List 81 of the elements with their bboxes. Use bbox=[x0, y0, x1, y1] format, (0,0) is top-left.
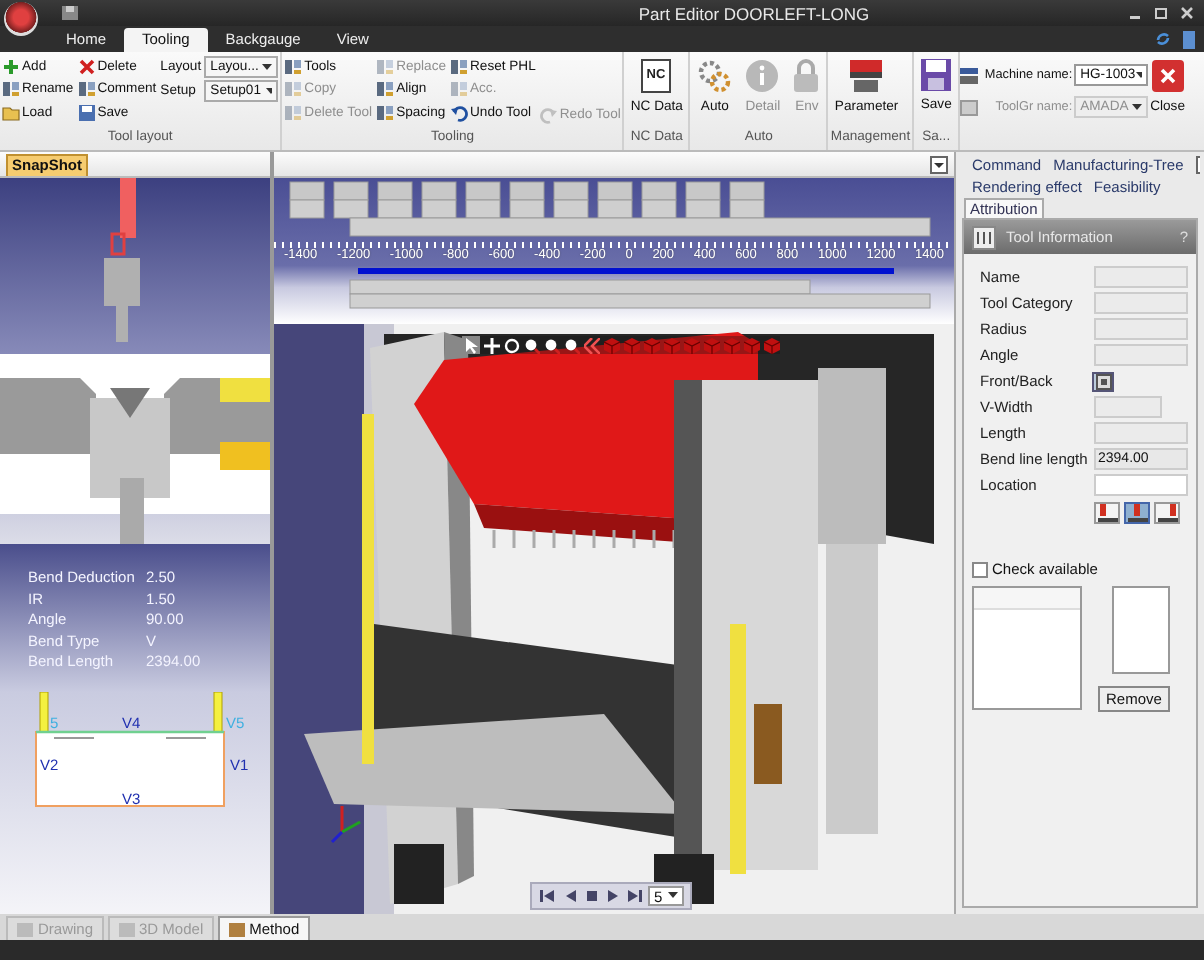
input-field[interactable] bbox=[1094, 318, 1188, 340]
playback-button[interactable] bbox=[604, 888, 622, 904]
location-button[interactable] bbox=[1154, 502, 1180, 524]
calculator-icon[interactable] bbox=[1182, 29, 1196, 49]
gear-icon bbox=[696, 58, 733, 94]
front-back-button[interactable] bbox=[1092, 371, 1114, 391]
folder-icon bbox=[2, 103, 20, 122]
add-icon bbox=[2, 57, 20, 76]
tool-icon bbox=[77, 80, 96, 99]
press-machine-icon bbox=[846, 58, 887, 94]
zoom-icon bbox=[543, 337, 559, 353]
machine-icon bbox=[960, 67, 979, 83]
input-field[interactable] bbox=[1094, 396, 1162, 418]
location-button[interactable] bbox=[1094, 502, 1120, 524]
tab-icon bbox=[16, 921, 34, 937]
close-icon[interactable] bbox=[1180, 6, 1194, 20]
tool-list[interactable] bbox=[1111, 586, 1170, 674]
undo-icon bbox=[450, 103, 468, 122]
floppy-icon bbox=[920, 58, 953, 92]
move-icon bbox=[483, 337, 499, 353]
cube-icon bbox=[643, 337, 659, 353]
redo-icon bbox=[539, 105, 558, 124]
skip-forward-icon bbox=[628, 890, 642, 902]
tab-icon bbox=[227, 921, 246, 937]
tool-icon bbox=[376, 57, 395, 76]
app-logo-icon[interactable] bbox=[4, 2, 38, 36]
location-button[interactable] bbox=[1124, 502, 1150, 524]
tool-position-icon bbox=[1127, 504, 1147, 522]
playback-button[interactable] bbox=[582, 888, 600, 904]
floppy-icon bbox=[77, 103, 96, 122]
tool-icon bbox=[284, 103, 303, 122]
playback-button[interactable] bbox=[538, 888, 556, 904]
skip-back-icon bbox=[540, 890, 554, 902]
view-tool-button[interactable] bbox=[522, 336, 540, 354]
tool-position-icon bbox=[1097, 504, 1117, 522]
tool-icon bbox=[450, 57, 468, 76]
zoom-icon bbox=[563, 337, 579, 353]
tool-icon bbox=[376, 80, 395, 99]
rotate-icon bbox=[503, 337, 519, 353]
tool-list[interactable] bbox=[972, 586, 1082, 710]
input-field[interactable] bbox=[1094, 266, 1188, 288]
view-tool-button[interactable] bbox=[562, 336, 580, 354]
quick-access-icon[interactable] bbox=[60, 4, 80, 22]
tool-icon bbox=[1095, 373, 1111, 389]
cube-icon bbox=[723, 337, 739, 353]
cube-icon bbox=[603, 337, 619, 353]
checkbox[interactable] bbox=[972, 561, 988, 577]
view-tool-button[interactable] bbox=[542, 336, 560, 354]
step-back-icon bbox=[563, 890, 575, 902]
input-field[interactable] bbox=[1094, 344, 1188, 366]
axis-triad-icon bbox=[330, 804, 362, 844]
cube-icon bbox=[663, 337, 679, 353]
tool-info-icon bbox=[972, 225, 996, 249]
stop-icon bbox=[585, 890, 597, 902]
tool-icon bbox=[376, 103, 395, 122]
tool-icon bbox=[450, 80, 468, 99]
tool-icon bbox=[284, 80, 303, 99]
cube-icon bbox=[623, 337, 639, 353]
cube-icon bbox=[743, 337, 759, 353]
tab-icon bbox=[117, 921, 136, 937]
input-field[interactable] bbox=[1094, 422, 1188, 444]
tool-icon bbox=[2, 80, 20, 99]
play-icon bbox=[607, 890, 619, 902]
padlock-icon bbox=[792, 58, 821, 94]
cube-icon bbox=[683, 337, 699, 353]
pointer-icon bbox=[464, 337, 478, 353]
tool-icon bbox=[284, 57, 303, 76]
info-icon bbox=[744, 58, 781, 94]
window-title: Part Editor DOORLEFT-LONG bbox=[636, 3, 872, 23]
restore-icon[interactable] bbox=[1154, 6, 1168, 20]
input-field[interactable] bbox=[1094, 474, 1188, 496]
close-icon bbox=[1151, 60, 1184, 92]
delete-icon bbox=[77, 57, 96, 76]
input-field[interactable] bbox=[1094, 292, 1188, 314]
cube-icon bbox=[703, 337, 719, 353]
zoom-icon bbox=[523, 337, 539, 353]
cube-icon bbox=[763, 337, 779, 353]
refresh-icon[interactable] bbox=[1154, 30, 1172, 48]
tool-position-icon bbox=[1157, 504, 1177, 522]
rewind-icon bbox=[583, 337, 599, 353]
playback-button[interactable] bbox=[626, 888, 644, 904]
